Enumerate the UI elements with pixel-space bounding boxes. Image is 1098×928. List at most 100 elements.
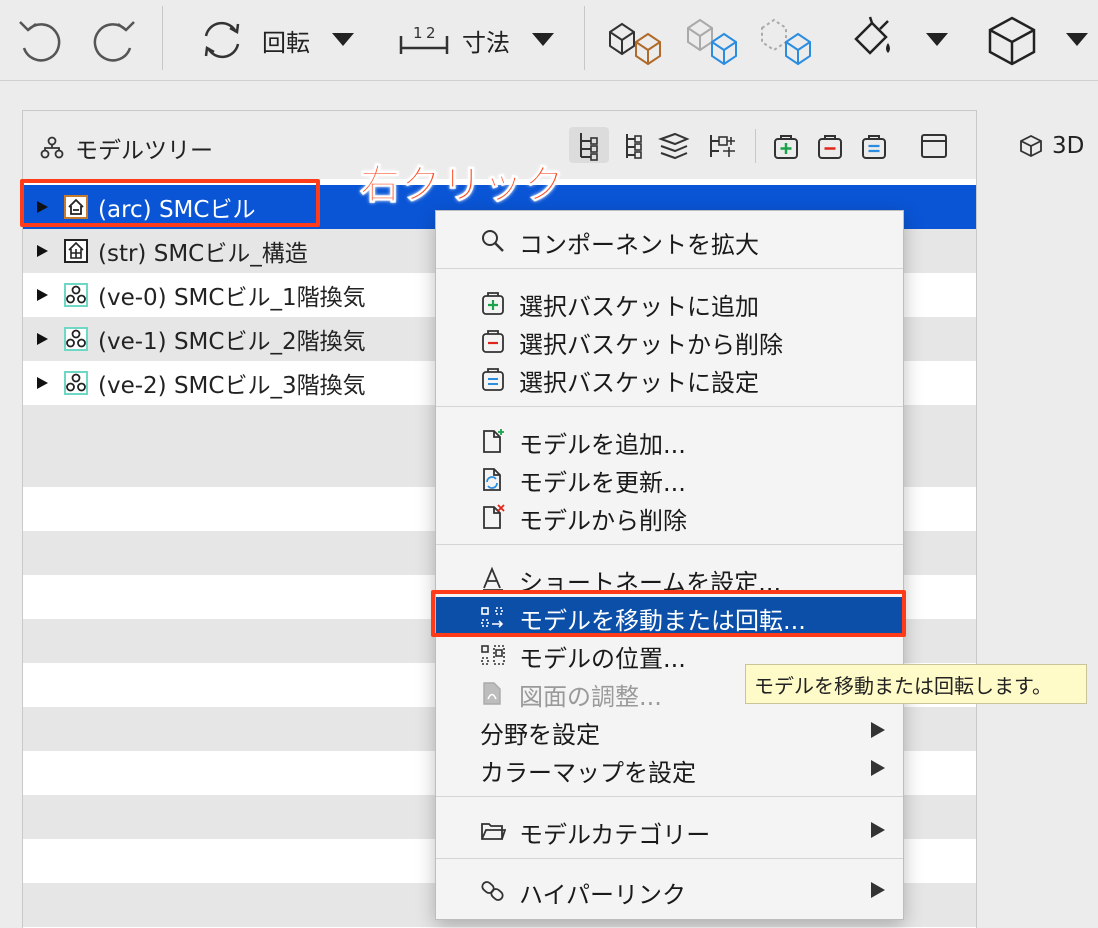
- menu-label: 分野を設定: [480, 721, 600, 749]
- layers-icon: [658, 132, 690, 160]
- model-view-tool[interactable]: [606, 0, 666, 80]
- basket-set-icon: [480, 366, 506, 392]
- undo-button[interactable]: [12, 0, 68, 80]
- basket-remove-icon: [480, 328, 506, 354]
- redo-icon: [93, 21, 135, 62]
- 3d-view-label: 3D: [1052, 133, 1085, 159]
- expand-arrow-icon[interactable]: [37, 333, 48, 345]
- basket-set-button[interactable]: [859, 131, 889, 165]
- menu-item-add-model[interactable]: モデルを追加...: [436, 421, 903, 459]
- svg-text:1: 1: [413, 24, 423, 42]
- system-view-button[interactable]: [705, 131, 739, 165]
- menu-item-hyperlink[interactable]: ハイパーリンク: [436, 871, 903, 909]
- ventilation-icon: [64, 283, 88, 307]
- menu-label: モデルカテゴリー: [519, 821, 711, 849]
- paint-bucket-icon: [854, 16, 890, 55]
- menu-item-add-to-basket[interactable]: 選択バスケットに追加: [436, 283, 903, 321]
- transparent-view-tool[interactable]: [684, 0, 744, 80]
- folder-icon: [480, 818, 506, 844]
- tree-row-label: (ve-2) SMCビル_3階換気: [98, 373, 366, 399]
- menu-label: ハイパーリンク: [519, 881, 687, 909]
- tree-hierarchy-icon: [580, 133, 598, 161]
- menu-label: カラーマップを設定: [480, 759, 696, 787]
- undo-icon: [19, 21, 61, 62]
- cube-icon: [1020, 134, 1042, 158]
- tree-view-button[interactable]: [569, 127, 609, 163]
- expand-arrow-icon[interactable]: [37, 377, 48, 389]
- basket-add-icon: [480, 290, 506, 316]
- position-icon: [480, 642, 506, 668]
- floor-tree-icon: [626, 134, 642, 159]
- ventilation-icon: [64, 327, 88, 351]
- menu-item-delete-model[interactable]: モデルから削除: [436, 497, 903, 535]
- view-cube-tool[interactable]: [984, 0, 1088, 80]
- cubes-icon: [609, 22, 661, 66]
- model-tree-icon: [40, 136, 64, 159]
- chevron-down-icon[interactable]: [532, 33, 554, 47]
- menu-item-update-model[interactable]: モデルを更新...: [436, 459, 903, 497]
- chevron-down-icon[interactable]: [926, 33, 948, 47]
- expand-arrow-icon[interactable]: [37, 289, 48, 301]
- add-file-icon: [480, 428, 506, 454]
- menu-label: コンポーネントを拡大: [519, 231, 759, 259]
- layer-view-button[interactable]: [657, 131, 691, 165]
- tree-row-label: (ve-1) SMCビル_2階換気: [98, 329, 366, 355]
- menu-label: 図面の調整...: [519, 683, 662, 711]
- menu-item-set-basket[interactable]: 選択バスケットに設定: [436, 359, 903, 397]
- panel-maximize-button[interactable]: [919, 131, 949, 165]
- selected-row-highlight: [20, 179, 320, 227]
- menu-item-remove-from-basket[interactable]: 選択バスケットから削除: [436, 321, 903, 359]
- window-icon: [921, 134, 947, 158]
- menu-label: モデルから削除: [519, 507, 687, 535]
- submenu-arrow-icon: [871, 822, 885, 838]
- magnifier-icon: [480, 228, 506, 254]
- submenu-arrow-icon: [871, 760, 885, 776]
- 3d-view-tab[interactable]: 3D: [1018, 133, 1084, 159]
- submenu-arrow-icon: [871, 882, 885, 898]
- link-icon: [480, 878, 506, 904]
- menu-item-zoom-component[interactable]: コンポーネントを拡大: [436, 221, 903, 259]
- panel-title: モデルツリー: [39, 131, 213, 165]
- structure-view-button[interactable]: [619, 131, 647, 165]
- chevron-down-icon[interactable]: [1066, 33, 1088, 47]
- dimension-label: 寸法: [462, 28, 510, 57]
- right-click-annotation: 右クリック: [360, 162, 565, 209]
- rotate-tool[interactable]: 回転: [194, 0, 354, 80]
- tooltip: モデルを移動または回転します。: [745, 664, 1087, 704]
- main-toolbar: 回転 1 2 寸法: [0, 0, 1098, 81]
- dimension-tool[interactable]: 1 2 寸法: [398, 0, 554, 80]
- menu-label: モデルを追加...: [519, 431, 686, 459]
- cube-icon: [988, 16, 1036, 66]
- dimension-icon: 1 2: [399, 24, 449, 54]
- menu-item-highlight: [431, 590, 906, 637]
- svg-text:2: 2: [426, 24, 436, 42]
- menu-label: 選択バスケットから削除: [519, 331, 783, 359]
- pdf-file-icon: [480, 680, 506, 706]
- basket-remove-button[interactable]: [815, 131, 845, 165]
- paint-tool[interactable]: [850, 0, 948, 80]
- system-tree-icon: [710, 135, 735, 157]
- dashed-cube-icon: [761, 18, 811, 66]
- transparent-cube-icon: [687, 18, 737, 66]
- chevron-down-icon[interactable]: [332, 33, 354, 47]
- panel-title-label: モデルツリー: [75, 138, 213, 164]
- menu-item-model-category[interactable]: モデルカテゴリー: [436, 811, 903, 849]
- menu-item-set-discipline[interactable]: 分野を設定: [436, 711, 903, 749]
- basket-add-button[interactable]: [771, 131, 801, 165]
- expand-arrow-icon[interactable]: [37, 245, 48, 257]
- rotate-icon: [204, 21, 240, 59]
- tree-row-label: (str) SMCビル_構造: [98, 241, 308, 267]
- tree-row-label: (ve-0) SMCビル_1階換気: [98, 285, 366, 311]
- menu-label: 選択バスケットに設定: [519, 369, 759, 397]
- basket-add-icon: [774, 135, 798, 159]
- menu-label: モデルを更新...: [519, 469, 686, 497]
- delete-file-icon: [480, 504, 506, 530]
- submenu-arrow-icon: [871, 722, 885, 738]
- redo-button[interactable]: [86, 0, 142, 80]
- refresh-file-icon: [480, 466, 506, 492]
- menu-item-set-colormap[interactable]: カラーマップを設定: [436, 749, 903, 787]
- hidden-view-tool[interactable]: [758, 0, 818, 80]
- rotate-label: 回転: [262, 28, 310, 57]
- context-menu: コンポーネントを拡大 選択バスケットに追加 選択バスケットから削除 選択バスケッ…: [435, 210, 904, 920]
- ventilation-icon: [64, 371, 88, 395]
